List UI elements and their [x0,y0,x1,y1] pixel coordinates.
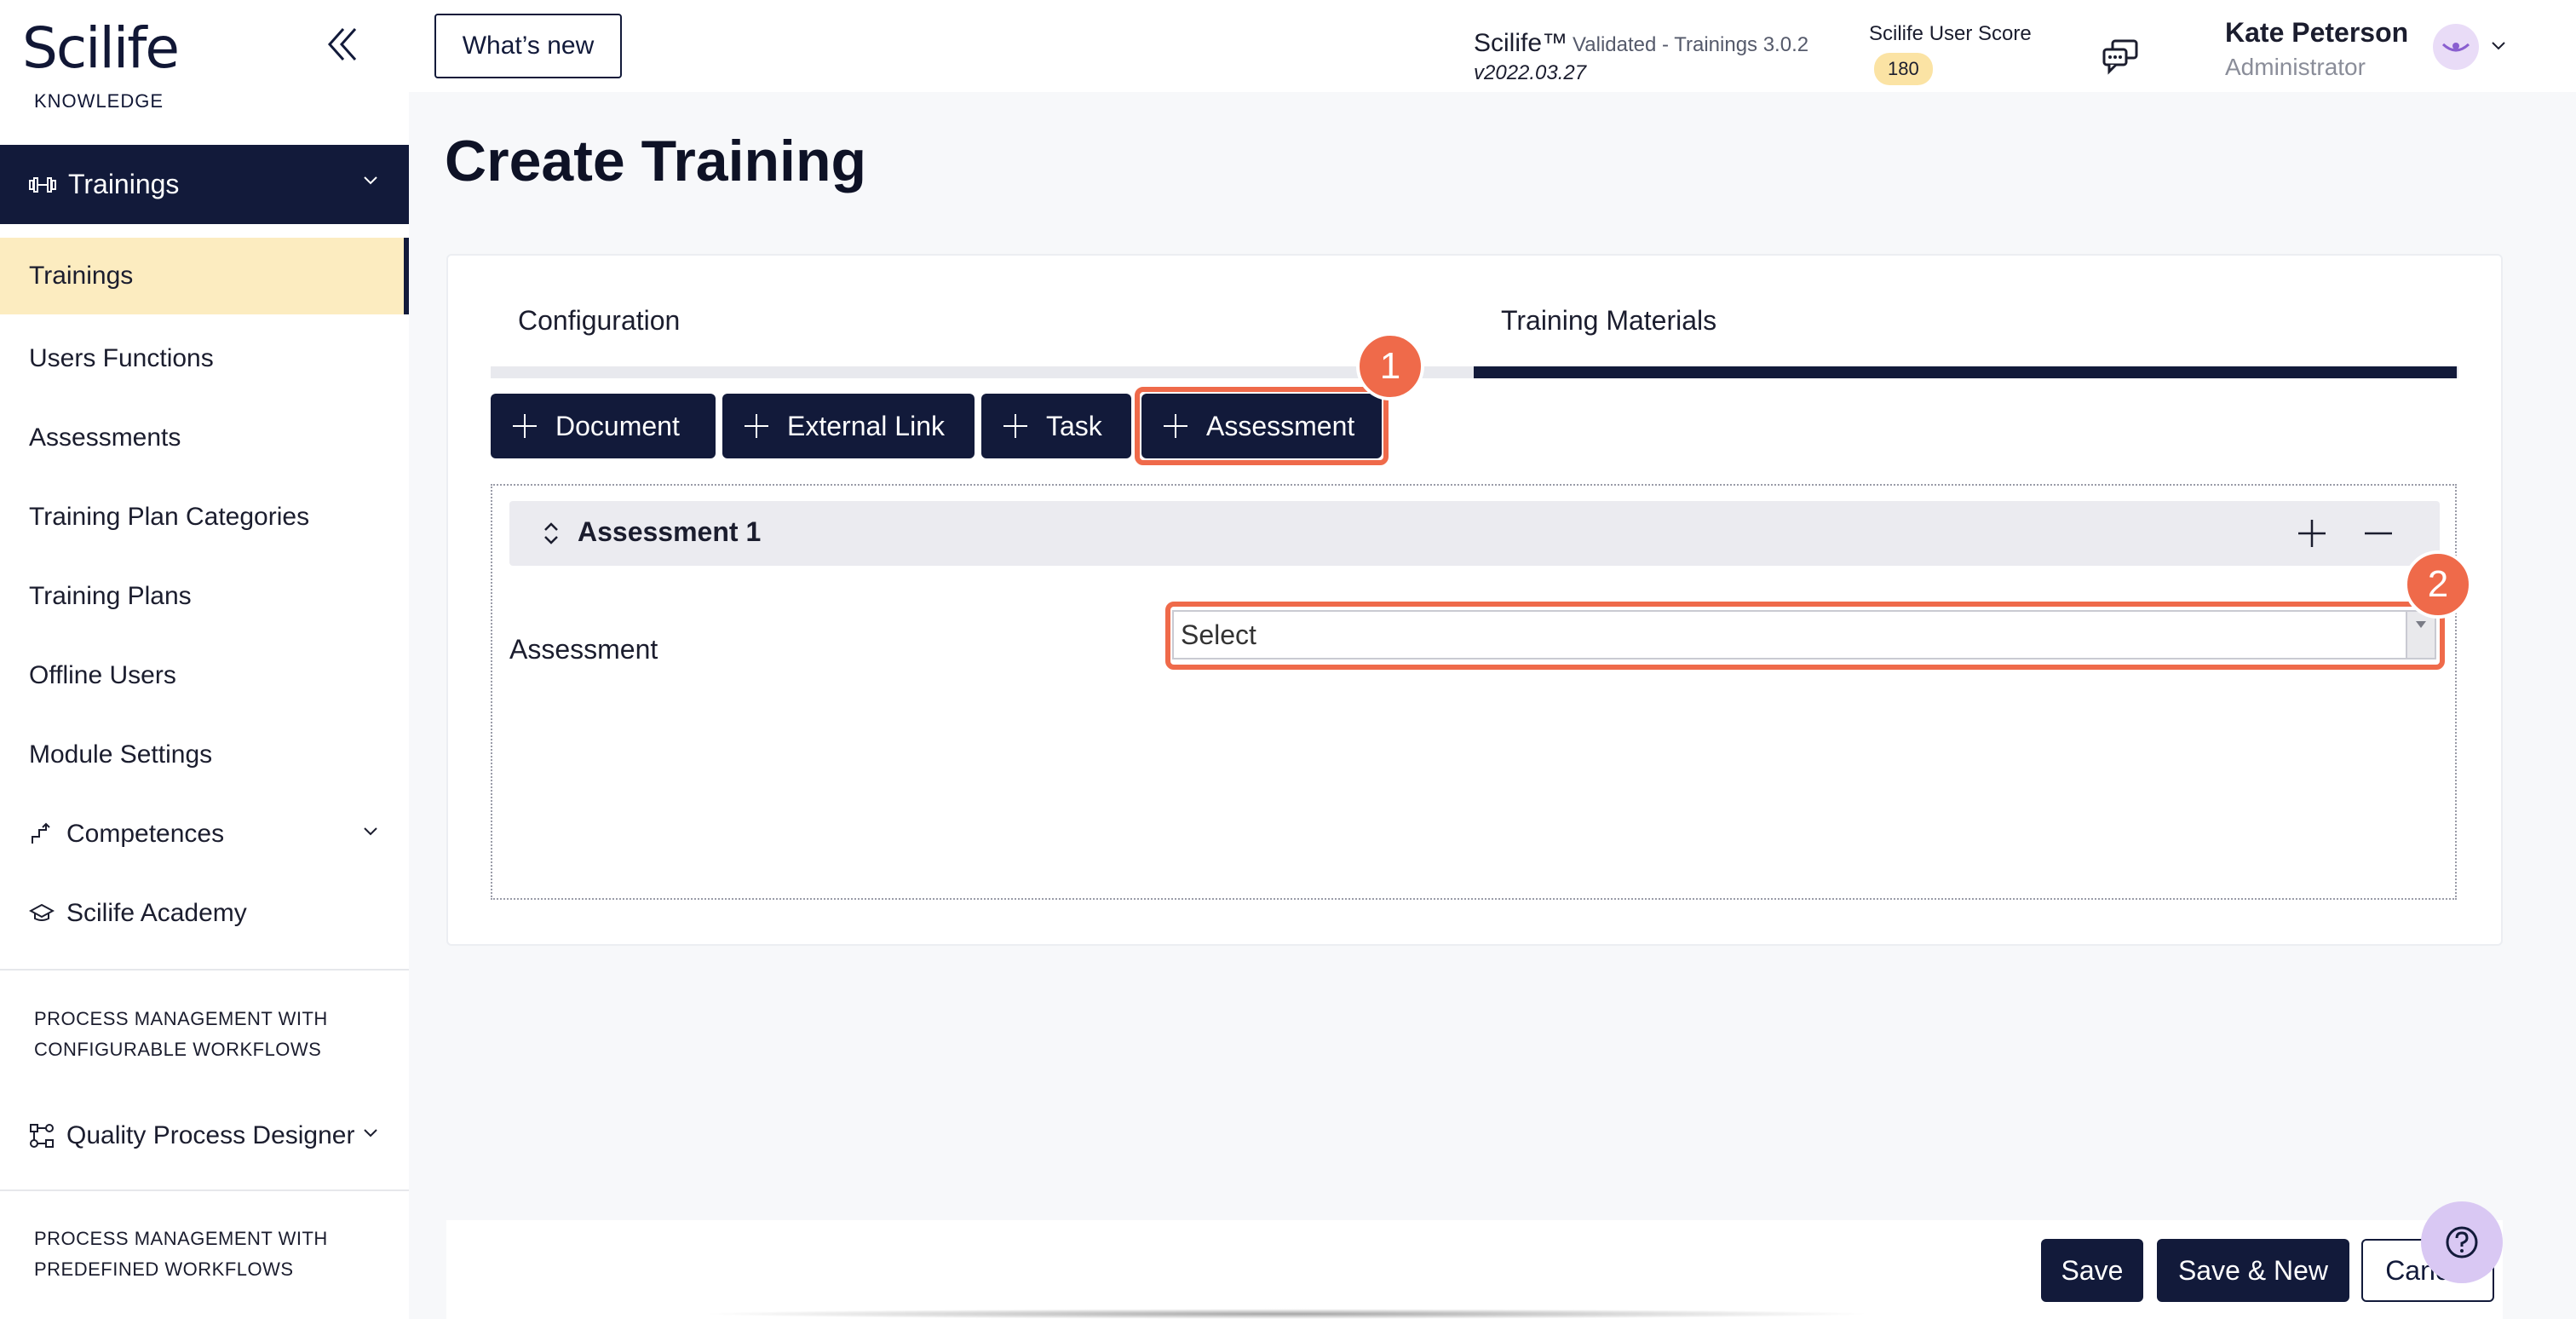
add-item-icon[interactable] [2297,518,2327,549]
tab-configuration[interactable]: Configuration [518,305,680,337]
graduation-cap-icon [29,903,55,921]
sidebar-group-scilife-academy[interactable]: Scilife Academy [0,875,409,952]
assessment-block-title: Assessment 1 [578,516,762,547]
sidebar: Scilife KNOWLEDGE Trainings Trainings Us… [0,0,409,1319]
sidebar-item-training-plan-categories[interactable]: Training Plan Categories [0,479,409,556]
sidebar-item-module-settings[interactable]: Module Settings [0,717,409,793]
user-score: Scilife User Score 180 [1869,22,2056,85]
eye-face-icon [2441,43,2470,52]
sidebar-item-training-plans[interactable]: Training Plans [0,558,409,635]
step-1-badge: 1 [1356,332,1424,400]
sidebar-item-label: Trainings [29,262,134,290]
tab-training-materials[interactable]: Training Materials [1501,305,1716,337]
sidebar-item-label: Module Settings [29,740,213,769]
version-info: Scilife™ Validated - Trainings 3.0.2 v202… [1474,29,1808,85]
plus-icon [1002,412,1029,440]
competences-icon [32,822,50,844]
module-trainings-header[interactable]: Trainings [0,145,409,224]
sidebar-item-trainings[interactable]: Trainings [0,238,409,314]
sidebar-group-label: Competences [66,820,225,848]
user-role: Administrator [2225,54,2366,80]
chat-button[interactable] [2101,37,2143,80]
plus-icon [511,412,538,440]
add-document-button[interactable]: Document [491,394,716,458]
sidebar-divider [0,1189,409,1191]
sidebar-group-label: Quality Process Designer [66,1121,355,1149]
user-name: Kate Peterson [2225,17,2409,48]
whats-new-button[interactable]: What’s new [434,14,622,78]
chevron-down-icon[interactable] [2491,41,2506,51]
score-label: Scilife User Score [1869,22,2032,45]
sidebar-item-label: Assessments [29,423,181,452]
sidebar-group-quality-process-designer[interactable]: Quality Process Designer [0,1097,409,1174]
user-info[interactable]: Kate Peterson Administrator [2225,17,2408,81]
step-2-highlight [1165,602,2445,670]
assessment-field-label: Assessment [509,634,658,665]
footer-shadow [699,1309,1874,1319]
score-badge: 180 [1874,53,1933,85]
step-2-badge: 2 [2404,550,2472,619]
product-name: Scilife™ Validated - Trainings 3.0.2 [1474,29,1808,58]
workflow-icon [30,1124,54,1148]
product-label: Scilife™ [1474,29,1568,57]
logo-subtitle: KNOWLEDGE [34,90,164,112]
step-1-highlight [1135,387,1389,465]
add-document-label: Document [555,410,680,441]
sort-toggle-icon[interactable] [542,520,561,547]
sidebar-divider [0,969,409,971]
sidebar-item-label: Offline Users [29,661,176,689]
sidebar-item-assessments[interactable]: Assessments [0,400,409,476]
sidebar-item-users-functions[interactable]: Users Functions [0,320,409,397]
sidebar-group-competences[interactable]: Competences [0,796,409,873]
chevron-down-icon [364,1129,377,1138]
save-and-new-button[interactable]: Save & New [2157,1239,2349,1302]
collapse-sidebar-button[interactable] [322,20,365,68]
remove-item-icon[interactable] [2363,518,2394,549]
scilife-logo: Scilife [22,15,180,81]
section-configurable-workflows: PROCESS MANAGEMENT WITH CONFIGURABLE WOR… [34,1008,328,1060]
add-task-button[interactable]: Task [981,394,1131,458]
add-task-label: Task [1046,410,1102,441]
save-button[interactable]: Save [2041,1239,2143,1302]
page-title: Create Training [445,129,867,193]
top-bar: What’s new Scilife™ Validated - Trainings… [409,0,2576,92]
avatar[interactable] [2433,24,2479,70]
question-circle-icon [2446,1226,2478,1259]
sidebar-item-label: Training Plan Categories [29,503,310,531]
chat-bubbles-icon [2102,39,2138,75]
add-external-link-label: External Link [787,410,945,441]
add-external-link-button[interactable]: External Link [722,394,975,458]
plus-icon [743,412,770,440]
double-chevron-left-icon [327,28,357,60]
sidebar-group-label: Scilife Academy [66,899,247,927]
active-tab-indicator [1474,366,2457,378]
sidebar-item-offline-users[interactable]: Offline Users [0,637,409,714]
version-number: v2022.03.27 [1474,61,1587,84]
module-label: Trainings [68,169,180,199]
assessment-block-header: Assessment 1 [509,501,2440,566]
validated-label: Validated - Trainings 3.0.2 [1573,33,1809,56]
chevron-down-icon [364,176,377,185]
sidebar-item-label: Users Functions [29,344,214,372]
sidebar-item-label: Training Plans [29,582,192,610]
chevron-down-icon [364,827,377,836]
section-predefined-workflows: PROCESS MANAGEMENT WITH PREDEFINED WORKF… [34,1228,328,1280]
help-button[interactable] [2421,1201,2503,1283]
dumbbell-icon [29,176,56,193]
